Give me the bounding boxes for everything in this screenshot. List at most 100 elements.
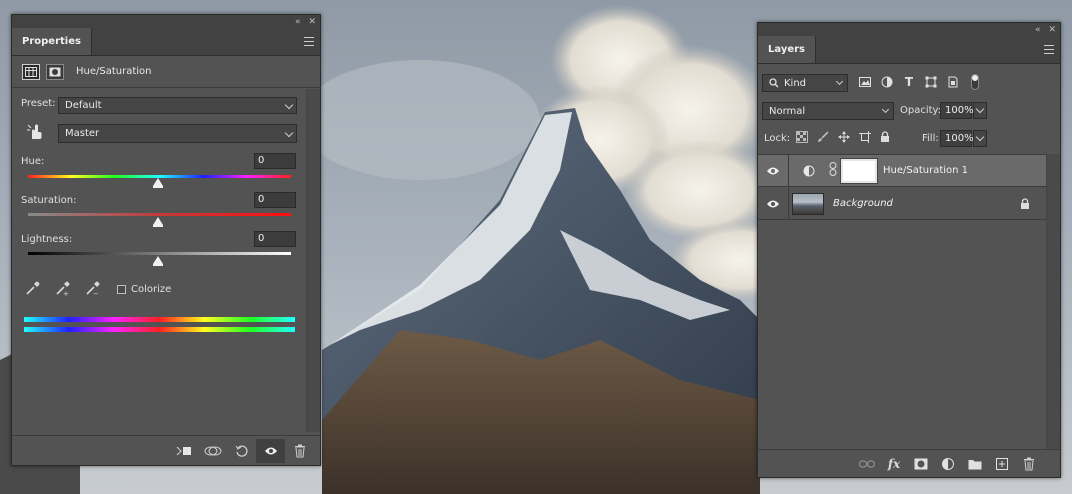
lightness-slider-track[interactable] (28, 252, 291, 255)
collapse-panel-icon[interactable]: « (295, 17, 301, 27)
tab-layers[interactable]: Layers (758, 36, 816, 63)
clip-to-layer-icon[interactable] (169, 439, 198, 463)
fx-icon[interactable]: fx (885, 455, 903, 473)
layers-panel: « ✕ Layers Kind T Normal Opacity: 100% L… (757, 22, 1061, 478)
layer-name[interactable]: Background (833, 198, 893, 209)
properties-footer (12, 435, 320, 465)
eyedropper-icon[interactable] (25, 280, 41, 299)
visibility-eye-icon[interactable] (758, 166, 788, 176)
output-spectrum-bar (24, 327, 295, 332)
lightness-input[interactable]: 0 (254, 231, 296, 247)
filter-adjustment-icon[interactable] (880, 75, 894, 89)
preset-value: Default (65, 100, 102, 111)
layers-panel-titlebar[interactable]: « ✕ (758, 23, 1060, 36)
saturation-input[interactable]: 0 (254, 192, 296, 208)
opacity-dropdown-button[interactable] (973, 102, 987, 119)
svg-text:−: − (93, 290, 99, 296)
targeted-adjustment-hand-icon[interactable] (26, 123, 46, 143)
chevron-down-icon (284, 100, 294, 110)
fill-dropdown-button[interactable] (973, 130, 987, 147)
saturation-slider-thumb[interactable] (153, 217, 163, 227)
fill-input[interactable]: 100% (940, 130, 974, 147)
kind-label: Kind (784, 77, 807, 89)
properties-scrollbar[interactable] (306, 89, 320, 432)
saturation-slider-track[interactable] (28, 213, 291, 216)
blend-mode-value: Normal (769, 105, 806, 117)
close-panel-icon[interactable]: ✕ (1048, 25, 1056, 35)
layer-mask-icon[interactable] (46, 63, 64, 80)
eyedropper-add-icon[interactable]: + (55, 280, 71, 299)
lock-icon (1020, 198, 1030, 213)
properties-panel-titlebar[interactable]: « ✕ (12, 15, 320, 28)
adjustment-title: Hue/Saturation (76, 66, 152, 77)
layer-row-background[interactable]: Background (758, 187, 1046, 220)
input-spectrum-bar (24, 317, 295, 322)
view-previous-icon[interactable] (198, 439, 227, 463)
fill-label: Fill: (922, 133, 939, 144)
lightness-label: Lightness: (21, 234, 73, 245)
svg-text:+: + (63, 290, 69, 296)
tab-properties[interactable]: Properties (12, 28, 92, 55)
layer-filter-icons: T (858, 74, 982, 90)
colorize-checkbox[interactable] (117, 285, 126, 294)
layer-row-hue-saturation[interactable]: Hue/Saturation 1 (758, 154, 1046, 187)
preset-row: Preset: (21, 98, 56, 109)
properties-tabbar: Properties (12, 28, 320, 56)
hue-input[interactable]: 0 (254, 153, 296, 169)
eyedropper-group: + − Colorize (25, 280, 171, 299)
collapse-panel-icon[interactable]: « (1035, 25, 1041, 35)
colorize-label: Colorize (131, 284, 172, 295)
visibility-eye-icon[interactable] (256, 438, 285, 463)
background-thumbnail[interactable] (792, 192, 824, 215)
hue-slider-thumb[interactable] (153, 178, 163, 188)
chevron-down-icon (284, 128, 294, 138)
opacity-input[interactable]: 100% (940, 102, 974, 119)
chevron-down-icon (881, 105, 890, 114)
adjustment-grid-icon[interactable] (22, 63, 40, 80)
filter-shape-icon[interactable] (924, 75, 938, 89)
visibility-eye-icon[interactable] (758, 199, 788, 209)
trash-icon[interactable] (285, 439, 314, 463)
chevron-down-icon (835, 77, 844, 86)
properties-panel: « ✕ Properties Hue/Saturation Preset: De… (11, 14, 321, 466)
layer-divider (788, 187, 789, 220)
layers-tabbar: Layers (758, 36, 1060, 64)
colorize-option[interactable]: Colorize (117, 284, 171, 295)
blend-mode-dropdown[interactable]: Normal (762, 102, 894, 120)
preset-dropdown[interactable]: Default (58, 97, 297, 114)
chain-link-icon[interactable] (829, 162, 837, 179)
layers-footer: fx (758, 449, 1060, 477)
lock-all-icon[interactable] (880, 131, 890, 146)
layers-scrollbar[interactable] (1046, 154, 1060, 454)
filter-smart-object-icon[interactable] (946, 75, 960, 89)
new-group-icon[interactable] (966, 455, 984, 473)
panel-menu-icon[interactable] (1044, 45, 1054, 54)
filter-toggle-icon[interactable] (968, 74, 982, 90)
add-mask-icon[interactable] (912, 455, 930, 473)
filter-pixel-icon[interactable] (858, 75, 872, 89)
adjustment-header: Hue/Saturation (12, 56, 320, 88)
lock-transparency-icon[interactable] (796, 131, 808, 146)
lock-brush-icon[interactable] (817, 131, 829, 146)
saturation-label: Saturation: (21, 195, 77, 206)
panel-menu-icon[interactable] (304, 37, 314, 46)
reset-icon[interactable] (227, 439, 256, 463)
lock-move-icon[interactable] (838, 131, 850, 146)
search-icon (769, 78, 779, 88)
layer-name[interactable]: Hue/Saturation 1 (883, 165, 968, 176)
lock-artboard-icon[interactable] (859, 131, 871, 146)
new-layer-icon[interactable] (993, 455, 1011, 473)
eyedropper-subtract-icon[interactable]: − (85, 280, 101, 299)
close-panel-icon[interactable]: ✕ (308, 17, 316, 27)
link-layers-icon[interactable] (858, 455, 876, 473)
adjustment-layer-icon[interactable] (939, 455, 957, 473)
layer-mask-thumbnail[interactable] (840, 157, 878, 184)
layers-list: Hue/Saturation 1 Background (758, 154, 1046, 454)
channel-dropdown[interactable]: Master (58, 124, 297, 143)
adjustment-layer-icon (789, 165, 829, 177)
lightness-slider-thumb[interactable] (153, 256, 163, 266)
filter-type-icon[interactable]: T (902, 75, 916, 89)
lock-icons (796, 131, 890, 146)
trash-icon[interactable] (1020, 455, 1038, 473)
kind-filter-dropdown[interactable]: Kind (762, 74, 848, 92)
